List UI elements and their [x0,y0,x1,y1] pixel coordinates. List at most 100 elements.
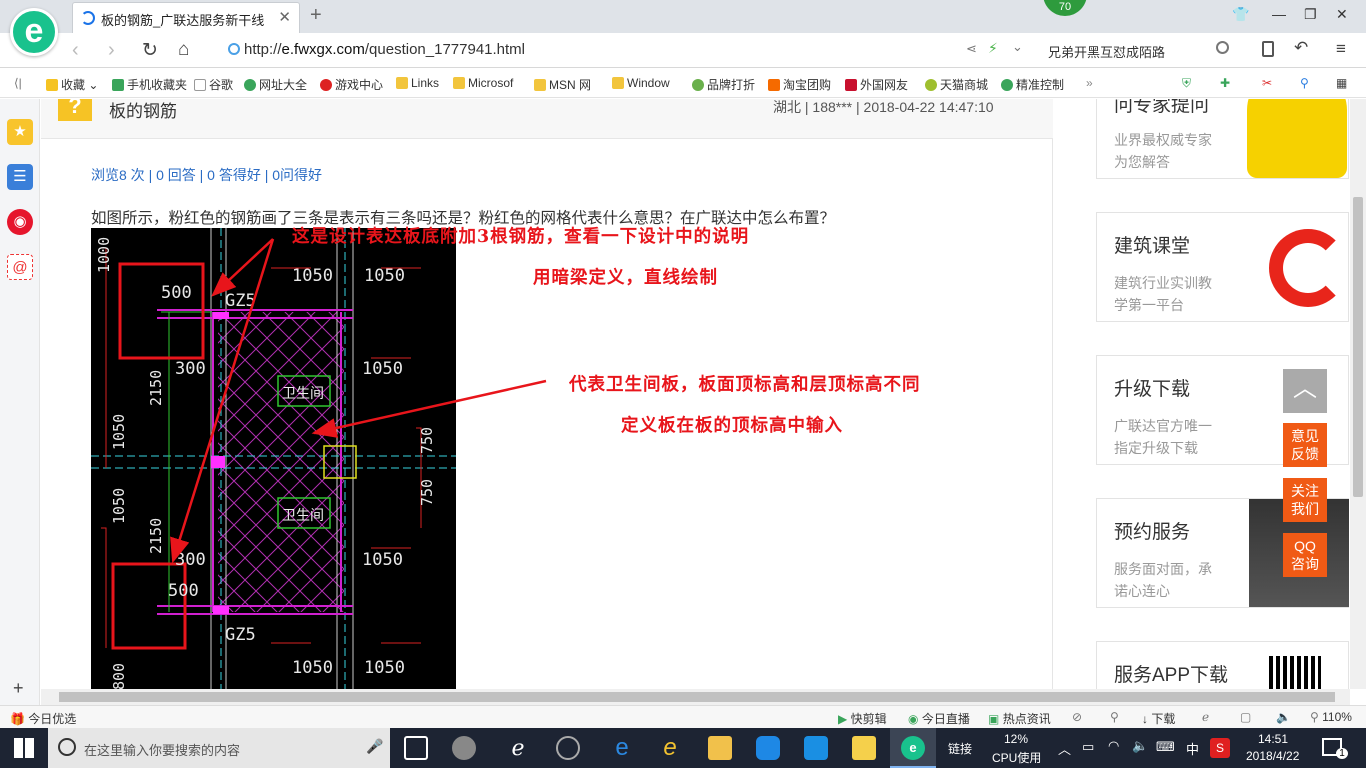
close-window-button[interactable]: ✕ [1336,6,1348,23]
service-title: 预约服务 [1114,522,1191,543]
expert-mascot-icon [1247,99,1347,178]
url-field[interactable]: http://e.fwxgx.com/question_1777941.html [228,41,525,58]
home-button[interactable]: ⌂ [178,39,189,61]
ime-indicator[interactable]: 中 [1186,739,1199,758]
clock-time[interactable]: 14:51 [1258,732,1288,746]
fav-item-links[interactable]: Links [396,76,439,90]
today-picks[interactable]: 🎁 今日优选 [10,710,76,727]
fav-item-shoucang[interactable]: 收藏 ⌄ [46,76,98,93]
app-g-icon[interactable] [556,736,580,760]
site-favicon-icon [81,11,95,25]
task-view-icon[interactable] [404,736,428,760]
fav-item-mobile[interactable]: 手机收藏夹 [112,76,187,93]
back-to-top-button[interactable]: ︿ [1283,369,1327,413]
battery-icon[interactable]: ▭ [1082,739,1094,755]
add-panel-button[interactable]: + [13,678,24,699]
phone-icon[interactable] [1262,41,1274,57]
service-card-app[interactable]: 服务APP下载 [1096,641,1349,689]
wifi-icon[interactable]: ◠ [1108,738,1119,754]
undo-icon[interactable]: ↶ [1294,38,1308,58]
active-browser-taskitem[interactable]: e [890,728,936,768]
chevron-down-icon[interactable]: ⌄ [1012,39,1023,55]
fav-item-tmall[interactable]: 天猫商城 [925,76,988,93]
magnifier-icon[interactable]: ⚲ [1300,76,1309,90]
fav-item-games[interactable]: 游戏中心 [320,76,383,93]
lightning-icon[interactable]: ⚡ [988,40,998,57]
search-input[interactable]: 兄弟开黑互怼成陌路 [1038,39,1238,61]
badge-counter[interactable]: 70 [1043,0,1087,16]
windows-taskbar: 在这里输入你要搜索的内容 🎤 ℯ e e e 链接 12% CPU使用 ︿ ▭ … [0,728,1366,768]
link-toolbar[interactable]: 链接 [948,740,972,757]
kuaijianji-link[interactable]: ▶ 快剪辑 [838,710,887,727]
restore-button[interactable]: ❐ [1304,6,1317,23]
sidebar-toggle-icon[interactable]: ⟨| [14,76,22,90]
horizontal-scrollbar[interactable] [41,689,1350,705]
shirt-icon[interactable]: 👕 [1232,6,1249,23]
back-button[interactable]: ‹ [72,39,79,62]
fav-item-brand[interactable]: 品牌打折 [692,76,755,93]
star-icon[interactable]: ★ [7,119,33,145]
list-icon[interactable]: ☰ [7,164,33,190]
speed-icon[interactable]: ⊘ [1072,710,1082,724]
fav-item-msn[interactable]: MSN 网 [534,76,591,93]
sound-icon[interactable]: 🔈 [1276,710,1291,724]
live-link[interactable]: ◉ 今日直播 [908,710,970,727]
fav-item-google[interactable]: 谷歌 [194,76,233,93]
notes-app-icon[interactable] [852,736,876,760]
translate-icon[interactable]: ✚ [1220,76,1230,90]
tab-current[interactable]: 板的钢筋_广联达服务新干线 ✕ [72,2,300,33]
zoom-level[interactable]: ⚲ 110% [1310,710,1352,724]
service-title: 服务APP下载 [1114,665,1229,686]
scissors-icon[interactable]: ✂ [1262,76,1272,90]
tab-close-icon[interactable]: ✕ [278,8,291,26]
scrollbar-thumb[interactable] [1353,197,1363,497]
ie-browser-icon[interactable]: e [658,736,682,760]
download-link[interactable]: ↓ 下载 [1142,710,1175,727]
window-icon[interactable]: ▢ [1240,710,1251,724]
more-favorites-icon[interactable]: » [1086,76,1093,90]
qq-consult-button[interactable]: QQ 咨询 [1283,533,1327,577]
search-icon[interactable] [1216,41,1229,54]
menu-icon[interactable]: ≡ [1336,39,1346,59]
fav-item-wangzhi[interactable]: 网址大全 [244,76,307,93]
taskbar-search[interactable]: 在这里输入你要搜索的内容 🎤 [48,728,390,768]
fav-item-precise[interactable]: 精准控制 [1001,76,1064,93]
news-link[interactable]: ▣ 热点资讯 [988,710,1051,727]
ie-icon[interactable]: ℯ [1202,710,1209,724]
shield-icon[interactable]: ⛨ [1182,76,1191,91]
mail-icon[interactable]: @ [7,254,33,280]
clock-date[interactable]: 2018/4/22 [1246,749,1299,763]
service-desc: 学第一平台 [1114,297,1184,313]
minimize-button[interactable]: — [1272,6,1286,22]
edge-icon[interactable]: e [610,736,634,760]
fan-app-icon[interactable] [452,736,476,760]
pin-icon[interactable]: ⚲ [1110,710,1119,724]
file-explorer-icon[interactable] [708,736,732,760]
keyboard-icon[interactable]: ⌨ [1156,739,1175,755]
windows-start-icon[interactable] [14,738,34,758]
share-icon[interactable]: ⋖ [966,41,977,57]
follow-us-button[interactable]: 关注 我们 [1283,478,1327,522]
scrollbar-thumb[interactable] [59,692,1335,702]
fav-item-windows[interactable]: Window [612,76,670,90]
tray-expand-icon[interactable]: ︿ [1058,739,1071,758]
mic-icon[interactable]: 🎤 [366,738,383,755]
plus-app-icon[interactable] [804,736,828,760]
fav-item-microsoft[interactable]: Microsof [453,76,513,90]
reload-button[interactable]: ↻ [142,39,158,62]
volume-icon[interactable]: 🔈 [1132,738,1148,754]
feedback-button[interactable]: 意见 反馈 [1283,423,1327,467]
service-card-expert[interactable]: 问专家提问 业界最权威专家 为您解答 [1096,99,1349,179]
fav-item-taobao[interactable]: 淘宝团购 [768,76,831,93]
edge-browser-icon[interactable]: ℯ [506,736,530,760]
sogou-icon[interactable]: S [1210,738,1230,758]
fav-item-foreign[interactable]: 外国网友 [845,76,908,93]
browser-logo-icon[interactable]: e [10,8,58,56]
new-tab-button[interactable]: + [310,4,322,27]
vertical-scrollbar[interactable] [1350,99,1366,689]
forward-button[interactable]: › [108,39,115,62]
weibo-icon[interactable]: ◉ [7,209,33,235]
grid-icon[interactable]: ▦ [1336,76,1347,90]
service-card-class[interactable]: 建筑课堂 建筑行业实训教 学第一平台 [1096,212,1349,322]
glodon-app-icon[interactable] [756,736,780,760]
